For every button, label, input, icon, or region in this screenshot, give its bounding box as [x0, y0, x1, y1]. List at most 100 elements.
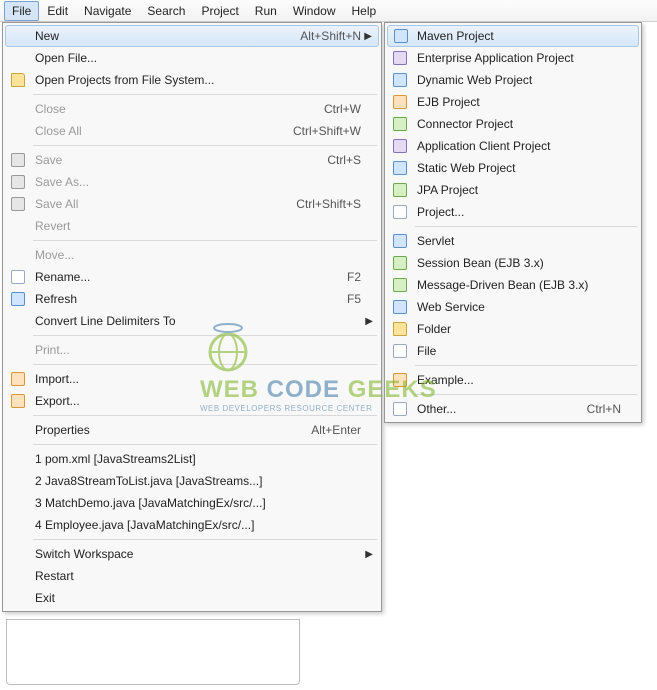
folder-icon: [9, 71, 27, 89]
menu-shortcut: Alt+Enter: [311, 423, 375, 437]
menu-shortcut: Ctrl+S: [327, 153, 375, 167]
menu-print[interactable]: Print...: [5, 339, 379, 361]
menubar-item-navigate[interactable]: Navigate: [76, 1, 139, 21]
menu-shortcut: F5: [347, 292, 375, 306]
new-static-web[interactable]: Static Web Project: [387, 157, 639, 179]
menu-label: New: [35, 29, 288, 43]
menu-exit[interactable]: Exit: [5, 587, 379, 609]
menu-recent-4[interactable]: 4 Employee.java [JavaMatchingEx/src/...]: [5, 514, 379, 536]
menu-label: EJB Project: [417, 95, 635, 109]
menu-label: Open File...: [35, 51, 375, 65]
menu-recent-2[interactable]: 2 Java8StreamToList.java [JavaStreams...…: [5, 470, 379, 492]
orange-icon: [9, 392, 27, 410]
new-example[interactable]: Example...: [387, 369, 639, 391]
menu-label: Refresh: [35, 292, 335, 306]
menu-new[interactable]: NewAlt+Shift+N▶: [5, 25, 379, 47]
menu-label: Save As...: [35, 175, 375, 189]
menu-label: Save All: [35, 197, 284, 211]
new-webservice[interactable]: Web Service: [387, 296, 639, 318]
menu-label: Restart: [35, 569, 375, 583]
new-maven[interactable]: Maven Project: [387, 25, 639, 47]
new-ear[interactable]: Enterprise Application Project: [387, 47, 639, 69]
menubar-item-edit[interactable]: Edit: [39, 1, 76, 21]
new-ejb[interactable]: EJB Project: [387, 91, 639, 113]
menu-label: Move...: [35, 248, 375, 262]
menu-restart[interactable]: Restart: [5, 565, 379, 587]
purple-icon: [391, 49, 409, 67]
new-project[interactable]: Project...: [387, 201, 639, 223]
menu-properties[interactable]: Properties Alt+Enter: [5, 419, 379, 441]
menu-close-all[interactable]: Close AllCtrl+Shift+W: [5, 120, 379, 142]
blue-icon: [391, 71, 409, 89]
menu-label: Convert Line Delimiters To: [35, 314, 375, 328]
submenu-arrow-icon: ▶: [365, 316, 373, 327]
menu-refresh[interactable]: Refresh F5: [5, 288, 379, 310]
menu-label: Project...: [417, 205, 635, 219]
gray-icon: [9, 173, 27, 191]
menu-rename[interactable]: Rename...F2: [5, 266, 379, 288]
menubar-item-help[interactable]: Help: [344, 1, 385, 21]
file-menu: NewAlt+Shift+N▶ Open File... Open Projects…: [2, 22, 382, 612]
blue-icon: [391, 159, 409, 177]
menu-separator: [415, 365, 637, 366]
menu-shortcut: F2: [347, 270, 375, 284]
menu-label: Close: [35, 102, 312, 116]
menubar: FileEditNavigateSearchProjectRunWindowHe…: [0, 0, 657, 22]
menu-save[interactable]: SaveCtrl+S: [5, 149, 379, 171]
menu-separator: [33, 145, 377, 146]
menu-separator: [415, 226, 637, 227]
menubar-item-project[interactable]: Project: [193, 1, 246, 21]
menu-move[interactable]: Move...: [5, 244, 379, 266]
new-app-client[interactable]: Application Client Project: [387, 135, 639, 157]
menu-import[interactable]: Import...: [5, 368, 379, 390]
new-file[interactable]: File: [387, 340, 639, 362]
menu-open-projects[interactable]: Open Projects from File System...: [5, 69, 379, 91]
orange-icon: [9, 370, 27, 388]
menu-separator: [33, 444, 377, 445]
new-other[interactable]: Other...Ctrl+N: [387, 398, 639, 420]
menu-separator: [33, 94, 377, 95]
editor-panel: [6, 619, 300, 685]
menu-label: Export...: [35, 394, 375, 408]
menu-export[interactable]: Export...: [5, 390, 379, 412]
submenu-arrow-icon: ▶: [364, 31, 372, 42]
new-submenu: Maven ProjectEnterprise Application Proj…: [384, 22, 642, 423]
menu-label: Connector Project: [417, 117, 635, 131]
menu-label: Open Projects from File System...: [35, 73, 375, 87]
menu-recent-1[interactable]: 1 pom.xml [JavaStreams2List]: [5, 448, 379, 470]
doc-icon: [391, 400, 409, 418]
menu-label: Switch Workspace: [35, 547, 375, 561]
menu-open-file[interactable]: Open File...: [5, 47, 379, 69]
menu-separator: [33, 539, 377, 540]
menubar-item-file[interactable]: File: [4, 1, 39, 21]
menu-switch-ws[interactable]: Switch Workspace▶: [5, 543, 379, 565]
menu-save-all[interactable]: Save AllCtrl+Shift+S: [5, 193, 379, 215]
menu-label: File: [417, 344, 635, 358]
menu-revert[interactable]: Revert: [5, 215, 379, 237]
menubar-item-window[interactable]: Window: [285, 1, 344, 21]
green-icon: [391, 115, 409, 133]
menubar-item-search[interactable]: Search: [139, 1, 193, 21]
menu-label: Servlet: [417, 234, 635, 248]
green-icon: [391, 254, 409, 272]
menu-save-as[interactable]: Save As...: [5, 171, 379, 193]
menu-recent-3[interactable]: 3 MatchDemo.java [JavaMatchingEx/src/...…: [5, 492, 379, 514]
menu-label: Properties: [35, 423, 299, 437]
new-jpa[interactable]: JPA Project: [387, 179, 639, 201]
menubar-item-run[interactable]: Run: [247, 1, 285, 21]
menu-label: Static Web Project: [417, 161, 635, 175]
new-mdb[interactable]: Message-Driven Bean (EJB 3.x): [387, 274, 639, 296]
new-dynamic-web[interactable]: Dynamic Web Project: [387, 69, 639, 91]
menu-label: 3 MatchDemo.java [JavaMatchingEx/src/...…: [35, 496, 375, 510]
new-connector[interactable]: Connector Project: [387, 113, 639, 135]
doc-icon: [9, 268, 27, 286]
blue-icon: [391, 232, 409, 250]
folder-icon: [391, 320, 409, 338]
new-servlet[interactable]: Servlet: [387, 230, 639, 252]
new-session-bean[interactable]: Session Bean (EJB 3.x): [387, 252, 639, 274]
menu-convert-delim[interactable]: Convert Line Delimiters To▶: [5, 310, 379, 332]
new-folder[interactable]: Folder: [387, 318, 639, 340]
menu-label: Example...: [417, 373, 635, 387]
menu-close[interactable]: CloseCtrl+W: [5, 98, 379, 120]
blue-icon: [9, 290, 27, 308]
